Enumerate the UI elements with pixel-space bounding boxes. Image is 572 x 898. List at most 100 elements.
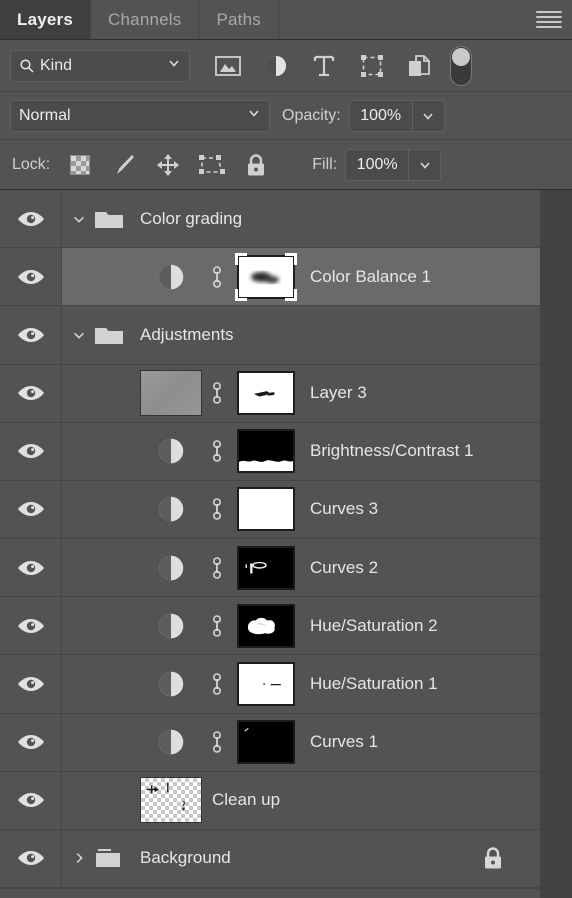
layer-row-body[interactable]: Clean up bbox=[62, 772, 540, 829]
chevron-down-icon[interactable] bbox=[72, 327, 86, 343]
layer-name: Color grading bbox=[140, 208, 243, 228]
layer-row-layer-3[interactable]: Layer 3 bbox=[0, 364, 540, 423]
adjustment-thumbnail[interactable] bbox=[138, 554, 204, 582]
link-mask-icon[interactable] bbox=[204, 264, 230, 290]
eye-icon bbox=[17, 735, 44, 750]
type-layer-filter-icon[interactable] bbox=[300, 46, 348, 86]
visibility-toggle[interactable] bbox=[0, 713, 62, 771]
layer-row-background[interactable]: Background bbox=[0, 829, 540, 889]
layer-mask-thumbnail[interactable] bbox=[230, 429, 302, 474]
layer-name: Brightness/Contrast 1 bbox=[310, 441, 474, 461]
layer-row-body[interactable]: Layer 3 bbox=[62, 365, 540, 422]
chevron-down-icon bbox=[247, 106, 261, 125]
layer-row-hue-saturation-1[interactable]: Hue/Saturation 1 bbox=[0, 655, 540, 714]
layer-name: Adjustments bbox=[140, 324, 234, 344]
tab-channels-label: Channels bbox=[108, 9, 182, 29]
layer-row-body[interactable]: Adjustments bbox=[62, 306, 540, 363]
panel-menu-button[interactable] bbox=[526, 0, 572, 39]
link-mask-icon[interactable] bbox=[204, 555, 230, 581]
layer-mask-thumbnail[interactable] bbox=[230, 545, 302, 590]
adjustment-thumbnail[interactable] bbox=[138, 728, 204, 756]
opacity-value[interactable]: 100% bbox=[350, 101, 412, 131]
lock-position-icon[interactable] bbox=[146, 145, 190, 185]
opacity-stepper[interactable] bbox=[411, 100, 444, 131]
layer-row-body[interactable]: Brightness/Contrast 1 bbox=[62, 423, 540, 480]
layer-row-clean-up[interactable]: Clean up bbox=[0, 771, 540, 830]
link-mask-icon[interactable] bbox=[204, 496, 230, 522]
visibility-toggle[interactable] bbox=[0, 539, 62, 597]
adjustment-thumbnail[interactable] bbox=[138, 495, 204, 523]
adjustment-thumbnail[interactable] bbox=[138, 670, 204, 698]
visibility-toggle[interactable] bbox=[0, 248, 62, 306]
adjustment-layer-icon bbox=[158, 613, 184, 639]
shape-layer-filter-icon[interactable] bbox=[348, 46, 396, 86]
eye-icon bbox=[17, 211, 44, 226]
layer-mask-thumbnail[interactable] bbox=[230, 252, 302, 301]
layer-mask-thumbnail[interactable] bbox=[230, 661, 302, 706]
link-mask-icon[interactable] bbox=[204, 671, 230, 697]
visibility-toggle[interactable] bbox=[0, 829, 62, 888]
visibility-toggle[interactable] bbox=[0, 422, 62, 480]
lock-all-icon[interactable] bbox=[234, 145, 278, 185]
filter-enable-toggle[interactable] bbox=[450, 45, 472, 86]
fill-field[interactable]: 100% bbox=[345, 148, 442, 181]
layer-row-hue-saturation-2[interactable]: Hue/Saturation 2 bbox=[0, 597, 540, 656]
layer-row-color-balance-1[interactable]: Color Balance 1 bbox=[0, 248, 540, 307]
layer-row-body[interactable]: Color Balance 1 bbox=[62, 248, 540, 305]
lock-transparent-pixels-icon[interactable] bbox=[58, 145, 102, 185]
visibility-toggle[interactable] bbox=[0, 597, 62, 655]
visibility-toggle[interactable] bbox=[0, 306, 62, 364]
layer-row-adjustments[interactable]: Adjustments bbox=[0, 306, 540, 365]
adjustment-layer-filter-icon[interactable] bbox=[252, 46, 300, 86]
layer-row-body[interactable]: Curves 1 bbox=[62, 714, 540, 771]
visibility-toggle[interactable] bbox=[0, 655, 62, 713]
layers-list-scrollbar[interactable] bbox=[540, 190, 572, 898]
visibility-toggle[interactable] bbox=[0, 771, 62, 829]
layer-thumbnail[interactable] bbox=[138, 777, 204, 824]
fill-stepper[interactable] bbox=[408, 149, 440, 180]
visibility-toggle[interactable] bbox=[0, 364, 62, 422]
folder-icon bbox=[94, 207, 124, 231]
chevron-down-icon bbox=[167, 56, 181, 75]
pixel-layer-filter-icon[interactable] bbox=[204, 46, 252, 86]
filter-kind-dropdown[interactable]: Kind bbox=[10, 49, 190, 82]
layer-row-body[interactable]: Hue/Saturation 2 bbox=[62, 597, 540, 654]
layer-row-brightness-contrast-1[interactable]: Brightness/Contrast 1 bbox=[0, 422, 540, 481]
layer-row-body[interactable]: Color grading bbox=[62, 190, 540, 247]
adjustment-thumbnail[interactable] bbox=[138, 263, 204, 291]
smart-object-filter-icon[interactable] bbox=[396, 46, 444, 86]
link-mask-icon[interactable] bbox=[204, 729, 230, 755]
adjustment-thumbnail[interactable] bbox=[138, 612, 204, 640]
link-mask-icon[interactable] bbox=[204, 380, 230, 406]
layer-mask-thumbnail[interactable] bbox=[230, 603, 302, 648]
link-mask-icon[interactable] bbox=[204, 613, 230, 639]
layer-mask-thumbnail[interactable] bbox=[230, 487, 302, 532]
tab-paths[interactable]: Paths bbox=[199, 0, 279, 39]
visibility-toggle[interactable] bbox=[0, 480, 62, 539]
tab-layers[interactable]: Layers bbox=[0, 0, 92, 39]
blend-mode-dropdown[interactable]: Normal bbox=[10, 99, 270, 132]
fill-value[interactable]: 100% bbox=[346, 150, 408, 180]
chevron-right-icon[interactable] bbox=[72, 850, 86, 866]
layer-row-body[interactable]: Curves 2 bbox=[62, 539, 540, 596]
visibility-toggle[interactable] bbox=[0, 190, 62, 248]
adjustment-layer-icon bbox=[158, 264, 184, 289]
layer-mask-thumbnail[interactable] bbox=[230, 720, 302, 765]
chevron-down-icon[interactable] bbox=[72, 211, 86, 227]
layer-row-curves-2[interactable]: Curves 2 bbox=[0, 539, 540, 598]
layer-row-body[interactable]: Background bbox=[62, 830, 540, 887]
layer-row-color-grading[interactable]: Color grading bbox=[0, 190, 540, 249]
opacity-field[interactable]: 100% bbox=[348, 99, 445, 132]
tab-bar-spacer bbox=[278, 0, 526, 39]
lock-image-pixels-icon[interactable] bbox=[102, 145, 146, 185]
tab-channels[interactable]: Channels bbox=[91, 0, 200, 39]
layer-row-curves-3[interactable]: Curves 3 bbox=[0, 480, 540, 540]
link-mask-icon[interactable] bbox=[204, 438, 230, 464]
layer-mask-thumbnail[interactable] bbox=[230, 371, 302, 416]
adjustment-thumbnail[interactable] bbox=[138, 437, 204, 465]
layer-row-body[interactable]: Hue/Saturation 1 bbox=[62, 655, 540, 712]
lock-artboard-nesting-icon[interactable] bbox=[190, 145, 234, 185]
layer-row-body[interactable]: Curves 3 bbox=[62, 481, 540, 538]
layer-thumbnail[interactable] bbox=[138, 370, 204, 417]
layer-row-curves-1[interactable]: Curves 1 bbox=[0, 713, 540, 772]
